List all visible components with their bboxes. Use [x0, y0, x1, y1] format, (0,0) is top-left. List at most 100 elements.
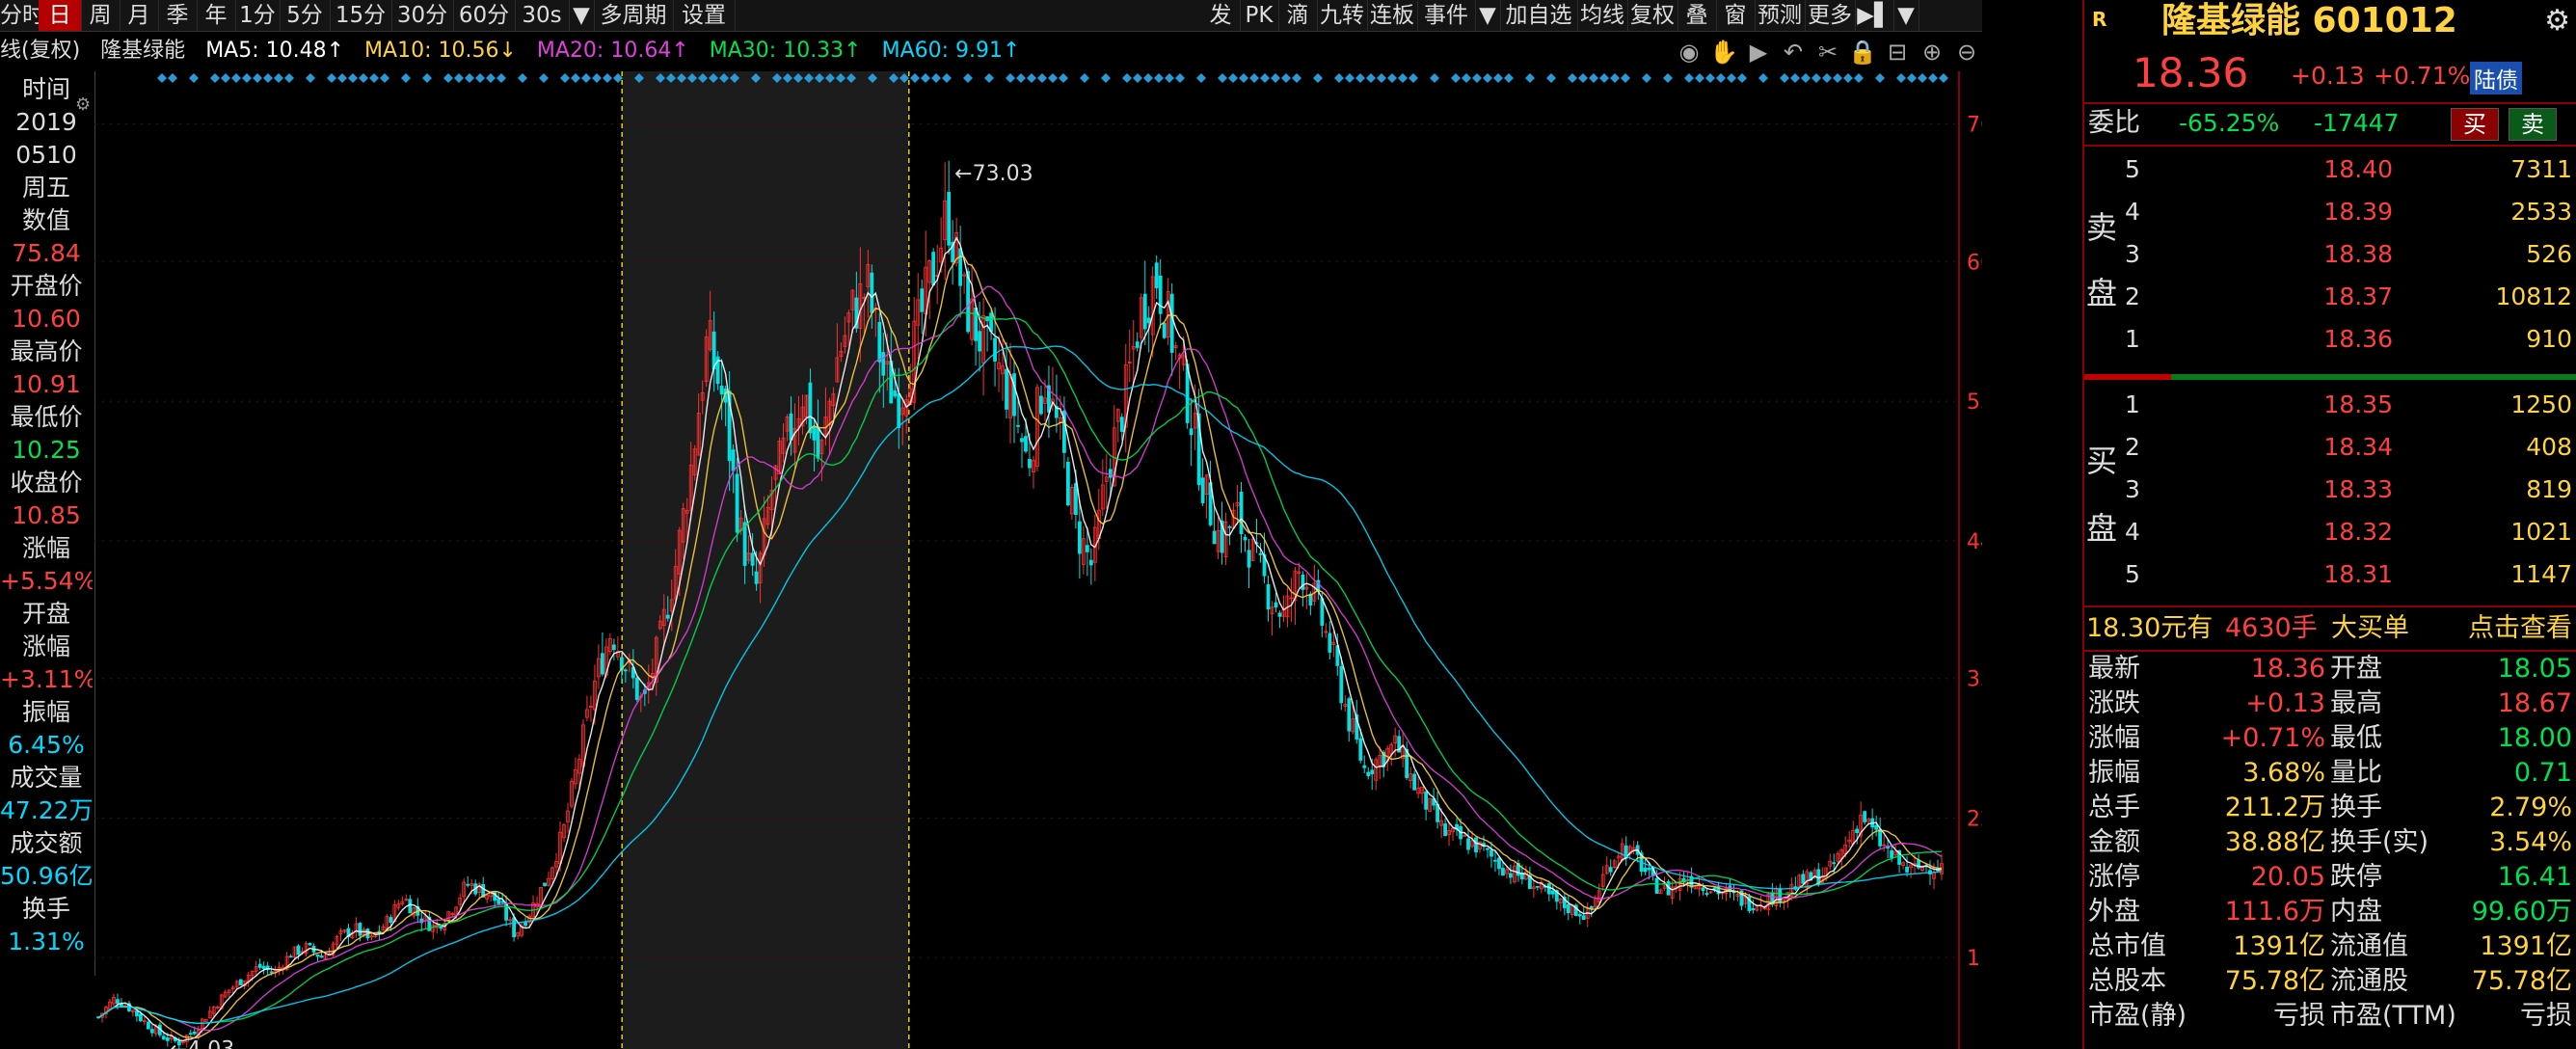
- event-marker[interactable]: [1345, 73, 1355, 83]
- event-marker[interactable]: [1663, 73, 1673, 83]
- event-markers[interactable]: [157, 73, 1948, 83]
- buy-button[interactable]: 买: [2451, 108, 2499, 141]
- event-marker[interactable]: [1271, 73, 1280, 83]
- event-marker[interactable]: [157, 73, 167, 83]
- period-button-10[interactable]: 60分: [453, 0, 516, 31]
- event-marker[interactable]: [581, 73, 591, 83]
- event-marker[interactable]: [263, 73, 273, 83]
- tool-button-9[interactable]: 复权: [1627, 0, 1678, 31]
- zoom-in-icon[interactable]: ⊕: [1917, 35, 1947, 69]
- event-marker[interactable]: [306, 73, 315, 83]
- delete-icon[interactable]: ⊟: [1882, 35, 1913, 69]
- event-marker[interactable]: [518, 73, 527, 83]
- event-marker[interactable]: [1451, 73, 1461, 83]
- tool-button-3[interactable]: 九转: [1317, 0, 1368, 31]
- event-marker[interactable]: [1387, 73, 1397, 83]
- period-button-7[interactable]: 5分: [280, 0, 331, 31]
- event-marker[interactable]: [1249, 73, 1259, 83]
- event-marker[interactable]: [284, 73, 294, 83]
- event-marker[interactable]: [1228, 73, 1238, 83]
- event-marker[interactable]: [454, 73, 464, 83]
- event-marker[interactable]: [1080, 73, 1089, 83]
- tool-button-8[interactable]: 均线: [1577, 0, 1628, 31]
- kline-chart[interactable]: ←73.03 ←4.03 76.86 66.02 55.02 44.03 33.18 22.1…: [94, 71, 1982, 1049]
- event-marker[interactable]: [231, 73, 241, 83]
- eye-icon[interactable]: ◉: [1674, 35, 1704, 69]
- period-button-6[interactable]: 1分: [235, 0, 281, 31]
- event-marker[interactable]: [1843, 73, 1853, 83]
- event-marker[interactable]: [242, 73, 252, 83]
- event-marker[interactable]: [1801, 73, 1811, 83]
- event-marker[interactable]: [496, 73, 506, 83]
- event-marker[interactable]: [1780, 73, 1789, 83]
- event-marker[interactable]: [1037, 73, 1047, 83]
- event-marker[interactable]: [1546, 73, 1556, 83]
- period-button-5[interactable]: 年: [197, 0, 236, 31]
- event-marker[interactable]: [1578, 73, 1588, 83]
- event-marker[interactable]: [1716, 73, 1726, 83]
- tool-button-0[interactable]: 发: [1201, 0, 1241, 31]
- event-marker[interactable]: [1727, 73, 1736, 83]
- event-marker[interactable]: [931, 73, 941, 83]
- bid-row-5[interactable]: 5 18.31 1147: [2084, 553, 2576, 596]
- bid-row-2[interactable]: 2 18.34 408: [2084, 426, 2576, 469]
- event-marker[interactable]: [1854, 73, 1864, 83]
- event-marker[interactable]: [1016, 73, 1026, 83]
- event-marker[interactable]: [539, 73, 549, 83]
- event-marker[interactable]: [1334, 73, 1344, 83]
- period-button-14[interactable]: 设置: [673, 0, 736, 31]
- bid-row-4[interactable]: 4 18.32 1021: [2084, 511, 2576, 553]
- event-marker[interactable]: [1525, 73, 1535, 83]
- event-marker[interactable]: [1377, 73, 1386, 83]
- event-marker[interactable]: [1133, 73, 1142, 83]
- tool-button-12[interactable]: 预测: [1755, 0, 1806, 31]
- event-marker[interactable]: [348, 73, 358, 83]
- ask-row-5[interactable]: 5 18.40 7311: [2084, 148, 2576, 191]
- period-button-4[interactable]: 季: [158, 0, 198, 31]
- bond-tag[interactable]: 陆债: [2470, 62, 2522, 94]
- event-marker[interactable]: [1472, 73, 1482, 83]
- event-marker[interactable]: [1409, 73, 1418, 83]
- tool-button-7[interactable]: 加自选: [1500, 0, 1578, 31]
- ask-row-3[interactable]: 3 18.38 526: [2084, 233, 2576, 276]
- tool-button-4[interactable]: 连板: [1367, 0, 1418, 31]
- event-marker[interactable]: [401, 73, 411, 83]
- event-marker[interactable]: [1027, 73, 1036, 83]
- tool-button-6[interactable]: ▼: [1475, 0, 1501, 31]
- event-marker[interactable]: [1483, 73, 1492, 83]
- event-marker[interactable]: [1822, 73, 1832, 83]
- event-marker[interactable]: [1758, 73, 1768, 83]
- event-marker[interactable]: [189, 73, 199, 83]
- event-marker[interactable]: [592, 73, 602, 83]
- event-marker[interactable]: [253, 73, 262, 83]
- period-button-1[interactable]: 日: [39, 0, 82, 31]
- event-marker[interactable]: [1918, 73, 1927, 83]
- event-marker[interactable]: [1218, 73, 1227, 83]
- big-order-row[interactable]: 18.30元有 4630手 大买单 点击查看: [2084, 609, 2576, 648]
- event-marker[interactable]: [1048, 73, 1058, 83]
- event-marker[interactable]: [1143, 73, 1153, 83]
- event-marker[interactable]: [486, 73, 496, 83]
- event-marker[interactable]: [1260, 73, 1270, 83]
- event-marker[interactable]: [942, 73, 952, 83]
- event-marker[interactable]: [1568, 73, 1577, 83]
- period-button-3[interactable]: 月: [120, 0, 159, 31]
- scissors-icon[interactable]: ✂: [1812, 35, 1843, 69]
- event-marker[interactable]: [1928, 73, 1938, 83]
- period-button-9[interactable]: 30分: [391, 0, 454, 31]
- event-marker[interactable]: [1493, 73, 1503, 83]
- event-marker[interactable]: [1398, 73, 1408, 83]
- event-marker[interactable]: [1939, 73, 1948, 83]
- zoom-out-icon[interactable]: ⊖: [1951, 35, 1982, 69]
- event-marker[interactable]: [274, 73, 283, 83]
- event-marker[interactable]: [1101, 73, 1111, 83]
- event-marker[interactable]: [1811, 73, 1821, 83]
- event-marker[interactable]: [1610, 73, 1620, 83]
- event-marker[interactable]: [1154, 73, 1164, 83]
- event-marker[interactable]: [1196, 73, 1206, 83]
- event-marker[interactable]: [1695, 73, 1704, 83]
- event-marker[interactable]: [1292, 73, 1301, 83]
- period-button-13[interactable]: 多周期: [594, 0, 674, 31]
- event-marker[interactable]: [571, 73, 580, 83]
- bid-row-1[interactable]: 1 18.35 1250: [2084, 384, 2576, 426]
